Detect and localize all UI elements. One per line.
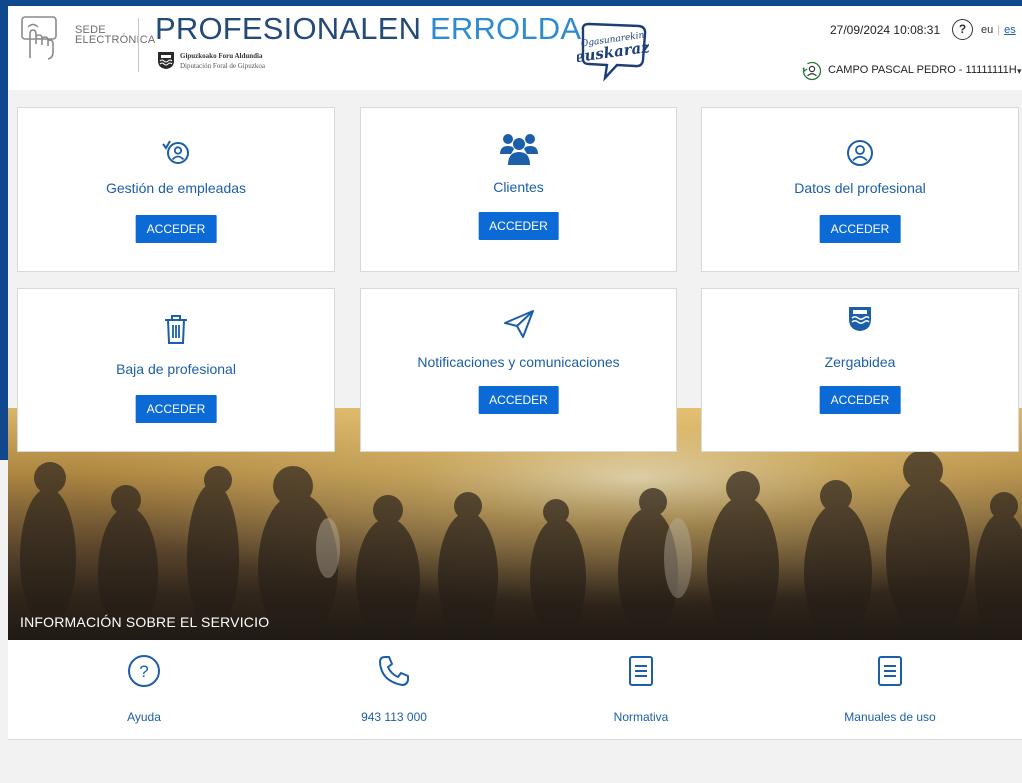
sede-text: SEDE ELECTRÓNICA (75, 25, 156, 46)
acceder-button[interactable]: ACCEDER (478, 386, 559, 414)
user-refresh-icon (802, 61, 822, 81)
lang-separator: | (997, 24, 1001, 36)
card-clientes: Clientes ACCEDER (360, 107, 677, 272)
page-title: PROFESIONALEN ERROLDA (155, 11, 581, 47)
user-menu[interactable]: CAMPO PASCAL PEDRO - 11111111H (828, 64, 1017, 76)
header: SEDE ELECTRÓNICA PROFESIONALEN ERROLDA G… (8, 6, 1022, 90)
title-part-2: ERROLDA (430, 11, 582, 46)
info-item-normativa[interactable]: Normativa (531, 640, 751, 740)
document-icon (629, 656, 653, 686)
card-datos-profesional: Datos del profesional ACCEDER (701, 107, 1019, 272)
info-label: Manuales de uso (844, 710, 936, 724)
help-button[interactable]: ? (952, 19, 973, 40)
org-name-basque: Gipuzkoako Foru Aldundia (180, 52, 263, 60)
touch-hand-icon (21, 16, 57, 60)
shield-coat-icon (849, 307, 871, 331)
ogasunarekin-euskaraz-badge[interactable]: Ogasunarekin euskaraz (577, 20, 649, 82)
info-item-ayuda[interactable]: ? Ayuda (34, 640, 254, 740)
title-part-1: PROFESIONALEN (155, 11, 422, 46)
lang-eu-link[interactable]: eu (981, 24, 993, 36)
help-circle-icon: ? (128, 655, 160, 687)
current-datetime: 27/09/2024 10:08:31 (830, 23, 940, 37)
users-group-icon (499, 134, 538, 165)
acceder-button[interactable]: ACCEDER (819, 386, 901, 414)
sede-electronica-logo[interactable]: SEDE ELECTRÓNICA (20, 14, 155, 66)
user-search-icon (162, 140, 189, 164)
card-gestion-empleadas: Gestión de empleadas ACCEDER (17, 107, 335, 272)
card-label: Baja de profesional (116, 361, 236, 377)
acceder-button[interactable]: ACCEDER (135, 215, 217, 243)
card-label: Datos del profesional (794, 180, 926, 196)
header-divider (138, 18, 139, 72)
current-date: 27/09/2024 (830, 23, 891, 37)
card-baja-profesional: Baja de profesional ACCEDER (17, 288, 335, 452)
org-name-spanish: Diputación Foral de Gipuzkoa (180, 62, 265, 70)
user-circle-icon (847, 140, 873, 166)
gipuzkoa-coat-of-arms-icon (158, 52, 174, 69)
service-info-caption[interactable]: INFORMACIÓN SOBRE EL SERVICIO (20, 614, 269, 630)
info-label: Normativa (613, 710, 669, 724)
card-label: Clientes (493, 179, 544, 195)
acceder-button[interactable]: ACCEDER (819, 215, 901, 243)
info-item-phone[interactable]: 943 113 000 (284, 640, 504, 740)
acceder-button[interactable]: ACCEDER (478, 212, 559, 240)
card-label: Zergabidea (824, 354, 896, 370)
paper-plane-icon (503, 310, 534, 338)
info-label: 943 113 000 (361, 710, 427, 724)
phone-icon (379, 656, 409, 686)
card-label: Notificaciones y comunicaciones (417, 354, 620, 370)
language-switcher: eu | es (981, 24, 1016, 36)
trash-icon (165, 315, 187, 344)
card-notificaciones: Notificaciones y comunicaciones ACCEDER (360, 288, 677, 452)
chevron-down-icon[interactable]: ▾ (1017, 66, 1022, 77)
info-label: Ayuda (127, 710, 161, 724)
svg-text:?: ? (139, 662, 148, 681)
info-item-manuales[interactable]: Manuales de uso (780, 640, 1000, 740)
service-info-bar: ? Ayuda 943 113 000 Normativa Manuales d… (8, 640, 1022, 740)
card-zergabidea: Zergabidea ACCEDER (701, 288, 1019, 452)
sede-line-2: ELECTRÓNICA (75, 34, 156, 46)
acceder-button[interactable]: ACCEDER (135, 395, 217, 423)
frame-left-border (0, 0, 8, 460)
current-time: 10:08:31 (893, 23, 941, 37)
card-label: Gestión de empleadas (105, 180, 247, 196)
lang-es-link[interactable]: es (1004, 24, 1016, 36)
manual-icon (878, 656, 902, 686)
